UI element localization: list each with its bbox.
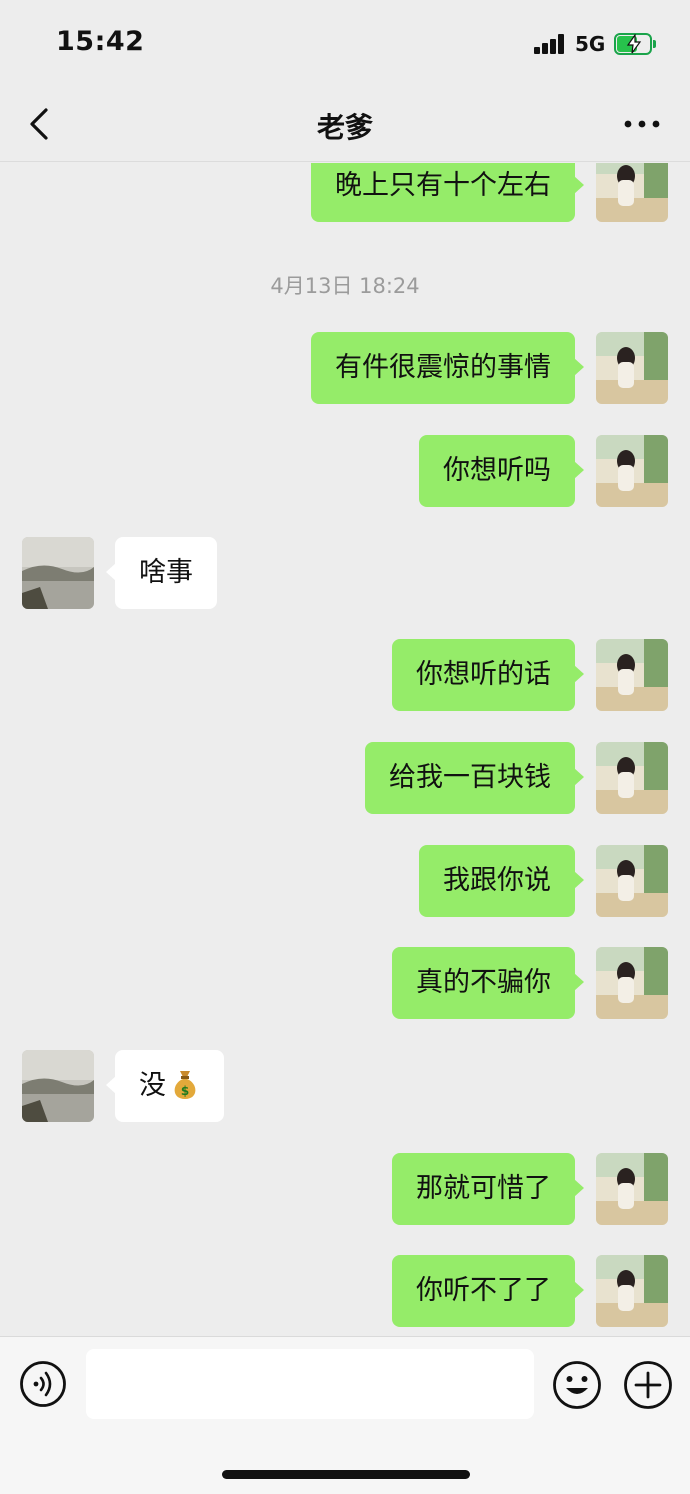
my-avatar[interactable] [596, 435, 668, 507]
message-bubble[interactable]: 你听不了了 [392, 1255, 584, 1327]
message-bubble[interactable]: 我跟你说 [419, 845, 584, 917]
money-bag-icon: $ [174, 1070, 196, 1099]
contact-avatar[interactable] [22, 1050, 94, 1122]
message-bubble[interactable]: 晚上只有十个左右 [311, 163, 584, 222]
message-timestamp: 4月13日 18:24 [270, 274, 420, 298]
more-options-icon[interactable] [620, 110, 664, 138]
my-avatar[interactable] [596, 639, 668, 711]
message-bubble[interactable]: 那就可惜了 [392, 1153, 584, 1225]
status-bar: 15:42 5G [0, 0, 690, 90]
my-avatar[interactable] [596, 1255, 668, 1327]
message-bubble[interactable]: 有件很震惊的事情 [311, 332, 584, 404]
message-text: 没 [139, 1070, 166, 1101]
voice-input-icon[interactable] [19, 1360, 67, 1408]
svg-text:$: $ [181, 1084, 189, 1098]
message-input[interactable] [86, 1349, 534, 1419]
status-time: 15:42 [56, 26, 145, 57]
chat-title: 老爹 [316, 111, 373, 144]
nav-bar: 老爹 [0, 90, 690, 162]
message-bubble[interactable]: 啥事 [106, 537, 217, 609]
signal-icon [534, 34, 566, 54]
message-bubble[interactable]: 真的不骗你 [392, 947, 584, 1019]
contact-avatar[interactable] [22, 537, 94, 609]
emoji-icon[interactable] [552, 1360, 602, 1410]
message-bubble[interactable]: 给我一百块钱 [365, 742, 584, 814]
home-indicator[interactable] [222, 1470, 470, 1479]
my-avatar[interactable] [596, 1153, 668, 1225]
message-list[interactable]: 晚上只有十个左右 4月13日 18:24 有件很震惊的事情 你想听吗 啥事 你想… [0, 163, 690, 1335]
my-avatar[interactable] [596, 742, 668, 814]
my-avatar[interactable] [596, 845, 668, 917]
my-avatar[interactable] [596, 332, 668, 404]
message-bubble[interactable]: 你想听的话 [392, 639, 584, 711]
plus-icon[interactable] [623, 1360, 673, 1410]
my-avatar[interactable] [596, 947, 668, 1019]
chat-screen: 15:42 5G 老爹 晚上只有十个左右 4月13日 18:24 有件很震惊的事… [0, 0, 690, 1494]
battery-charging-icon [614, 33, 656, 55]
message-bubble[interactable]: 没 $ [106, 1050, 224, 1122]
my-avatar[interactable] [596, 163, 668, 222]
network-type: 5G [575, 32, 606, 56]
message-bubble[interactable]: 你想听吗 [419, 435, 584, 507]
